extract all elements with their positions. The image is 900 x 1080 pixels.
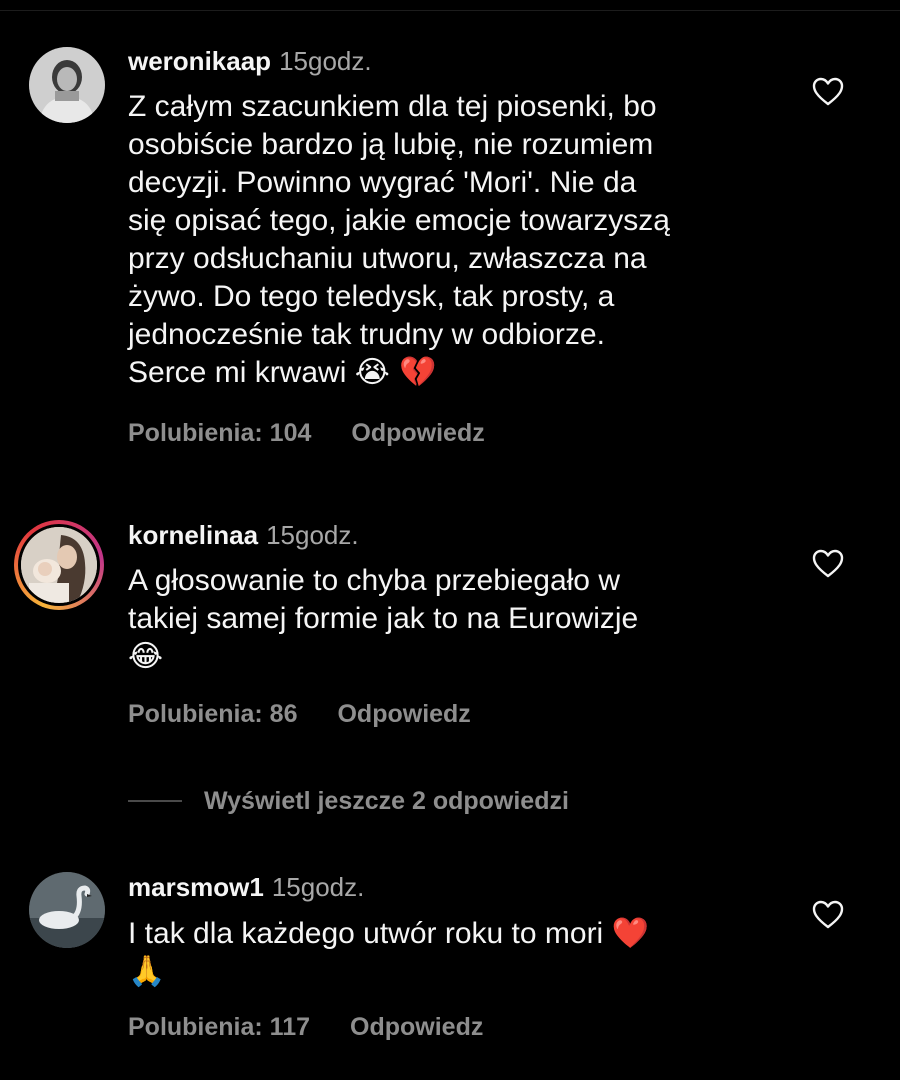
comment-body: I tak dla każdego utwór roku to mori	[128, 917, 612, 950]
comment-header: kornelinaa 15godz.	[128, 519, 359, 551]
reply-button[interactable]: Odpowiedz	[350, 1013, 483, 1041]
heart-outline-icon[interactable]	[812, 900, 844, 930]
comment-text: I tak dla każdego utwór roku to mori ❤️ 🙏	[128, 915, 788, 991]
user-photo-avatar-icon	[29, 47, 105, 123]
timestamp: 15godz.	[266, 520, 359, 550]
comment-actions: Polubienia: 86 Odpowiedz	[128, 699, 471, 729]
view-more-replies-button[interactable]: Wyświetl jeszcze 2 odpowiedzi	[128, 786, 569, 816]
replies-divider-line	[128, 800, 182, 802]
top-divider	[0, 10, 900, 11]
comment-body: Z całym szacunkiem dla tej piosenki, bo …	[128, 90, 670, 389]
username[interactable]: weronikaap	[128, 46, 271, 76]
comment-actions: Polubienia: 117 Odpowiedz	[128, 1012, 483, 1042]
comment-body: A głosowanie to chyba przebiegało w taki…	[128, 564, 639, 635]
heart-outline-icon[interactable]	[812, 77, 844, 107]
username[interactable]: kornelinaa	[128, 520, 258, 550]
reply-button[interactable]: Odpowiedz	[351, 419, 484, 447]
comment-emojis: 😭 💔	[354, 355, 437, 390]
username[interactable]: marsmow1	[128, 872, 264, 902]
likes-count[interactable]: Polubienia: 104	[128, 419, 311, 447]
likes-count[interactable]: Polubienia: 117	[128, 1013, 310, 1041]
timestamp: 15godz.	[279, 46, 372, 76]
story-ring-gap	[18, 524, 100, 606]
swan-photo-avatar-icon	[29, 872, 105, 948]
comment-emojis: 😂	[128, 639, 164, 674]
comment-emojis: ❤️	[611, 916, 649, 951]
comment-header: weronikaap 15godz.	[128, 45, 372, 77]
view-more-replies-label: Wyświetl jeszcze 2 odpowiedzi	[204, 786, 569, 815]
timestamp: 15godz.	[271, 872, 365, 902]
comment-header: marsmow1 15godz.	[128, 871, 364, 903]
likes-count[interactable]: Polubienia: 86	[128, 700, 297, 728]
comment-text: A głosowanie to chyba przebiegało w taki…	[128, 562, 788, 676]
avatar-marsmow1[interactable]	[29, 872, 105, 948]
reply-button[interactable]: Odpowiedz	[337, 700, 470, 728]
story-ring-avatar-icon	[21, 527, 97, 603]
avatar-kornelinaa[interactable]	[14, 520, 104, 610]
comment-actions: Polubienia: 104 Odpowiedz	[128, 418, 485, 448]
comment-emojis-line2: 🙏	[128, 954, 166, 989]
heart-outline-icon[interactable]	[812, 549, 844, 579]
comment-text: Z całym szacunkiem dla tej piosenki, bo …	[128, 88, 788, 392]
avatar-weronikaap[interactable]	[29, 47, 105, 123]
